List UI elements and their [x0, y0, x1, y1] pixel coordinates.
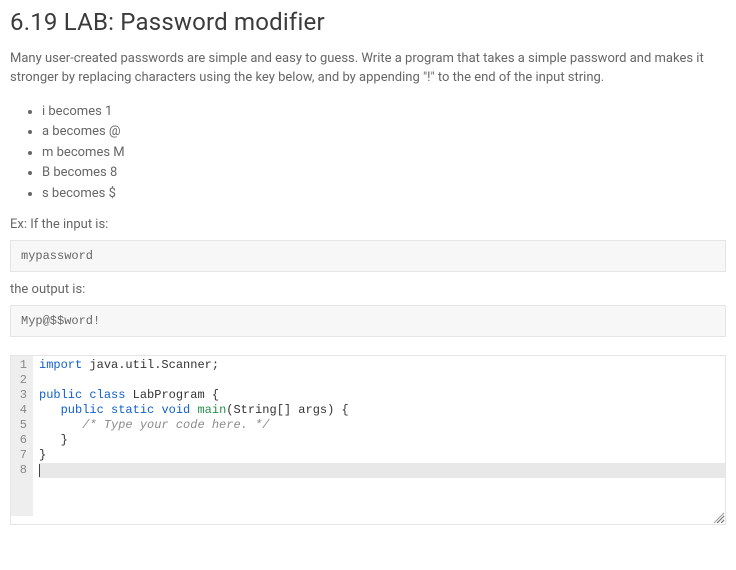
example-input-label: Ex: If the input is:: [10, 217, 726, 232]
page-title: 6.19 LAB: Password modifier: [0, 0, 736, 50]
code-line[interactable]: import java.util.Scanner;: [39, 358, 725, 373]
code-line[interactable]: public static void main(String[] args) {: [39, 403, 725, 418]
text-cursor: [39, 464, 40, 477]
line-number: 6: [15, 433, 27, 448]
prompt-section: Many user-created passwords are simple a…: [0, 50, 736, 337]
list-item: i becomes 1: [42, 102, 726, 122]
resize-handle-icon[interactable]: [713, 512, 725, 524]
rules-list: i becomes 1 a becomes @ m becomes M B be…: [10, 102, 726, 204]
example-output-label: the output is:: [10, 282, 726, 297]
code-line[interactable]: [39, 373, 725, 388]
line-number: 5: [15, 418, 27, 433]
code-line[interactable]: }: [39, 448, 725, 463]
line-number: 4: [15, 403, 27, 418]
example-input-box: mypassword: [10, 240, 726, 272]
code-line[interactable]: }: [39, 433, 725, 448]
list-item: m becomes M: [42, 143, 726, 163]
list-item: a becomes @: [42, 122, 726, 142]
code-line[interactable]: [39, 463, 725, 478]
line-number: 8: [15, 463, 27, 478]
line-number: 7: [15, 448, 27, 463]
list-item: B becomes 8: [42, 163, 726, 183]
line-number-gutter: 12345678: [11, 356, 33, 516]
code-editor[interactable]: 12345678 import java.util.Scanner; public…: [10, 355, 726, 525]
list-item: s becomes $: [42, 184, 726, 204]
line-number: 3: [15, 388, 27, 403]
intro-text: Many user-created passwords are simple a…: [10, 50, 726, 88]
code-line[interactable]: /* Type your code here. */: [39, 418, 725, 433]
code-area[interactable]: import java.util.Scanner; public class La…: [33, 356, 725, 516]
code-line[interactable]: public class LabProgram {: [39, 388, 725, 403]
line-number: 1: [15, 358, 27, 373]
line-number: 2: [15, 373, 27, 388]
example-output-box: Myp@$$word!: [10, 305, 726, 337]
